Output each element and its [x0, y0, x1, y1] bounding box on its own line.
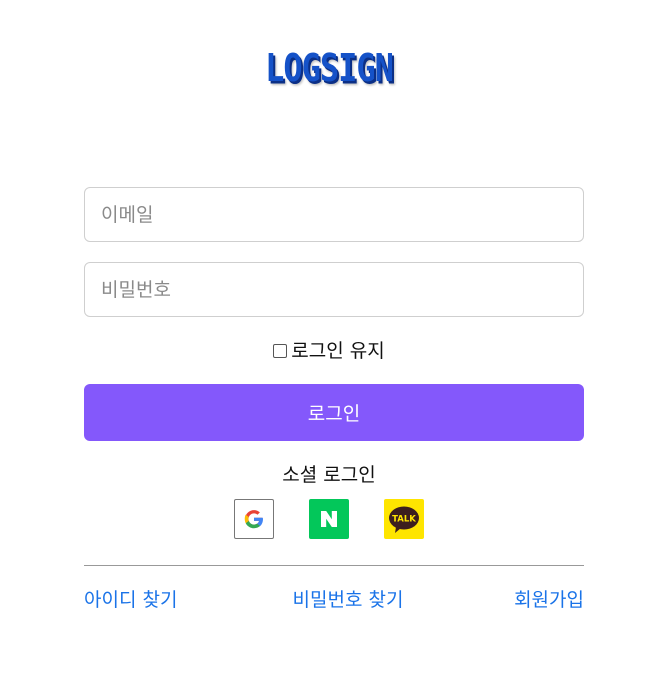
email-field[interactable]: [84, 187, 584, 242]
remember-checkbox[interactable]: [273, 344, 288, 358]
social-login-heading: 소셜 로그인: [282, 464, 376, 486]
naver-icon: [321, 511, 337, 527]
google-login-button[interactable]: [234, 499, 274, 539]
remember-login[interactable]: 로그인 유지: [0, 338, 658, 364]
google-icon: [244, 510, 263, 529]
kakao-icon: TALK: [389, 506, 419, 533]
svg-text:TALK: TALK: [392, 515, 416, 525]
logo: LOGSIGN: [265, 45, 394, 91]
kakao-login-button[interactable]: TALK: [384, 499, 424, 539]
signup-link[interactable]: 회원가입: [514, 587, 584, 613]
remember-label: 로그인 유지: [291, 340, 385, 362]
social-login-buttons: TALK: [0, 499, 658, 539]
login-button[interactable]: 로그인: [84, 384, 584, 441]
password-field[interactable]: [84, 262, 584, 317]
naver-login-button[interactable]: [309, 499, 349, 539]
divider: [84, 565, 584, 566]
